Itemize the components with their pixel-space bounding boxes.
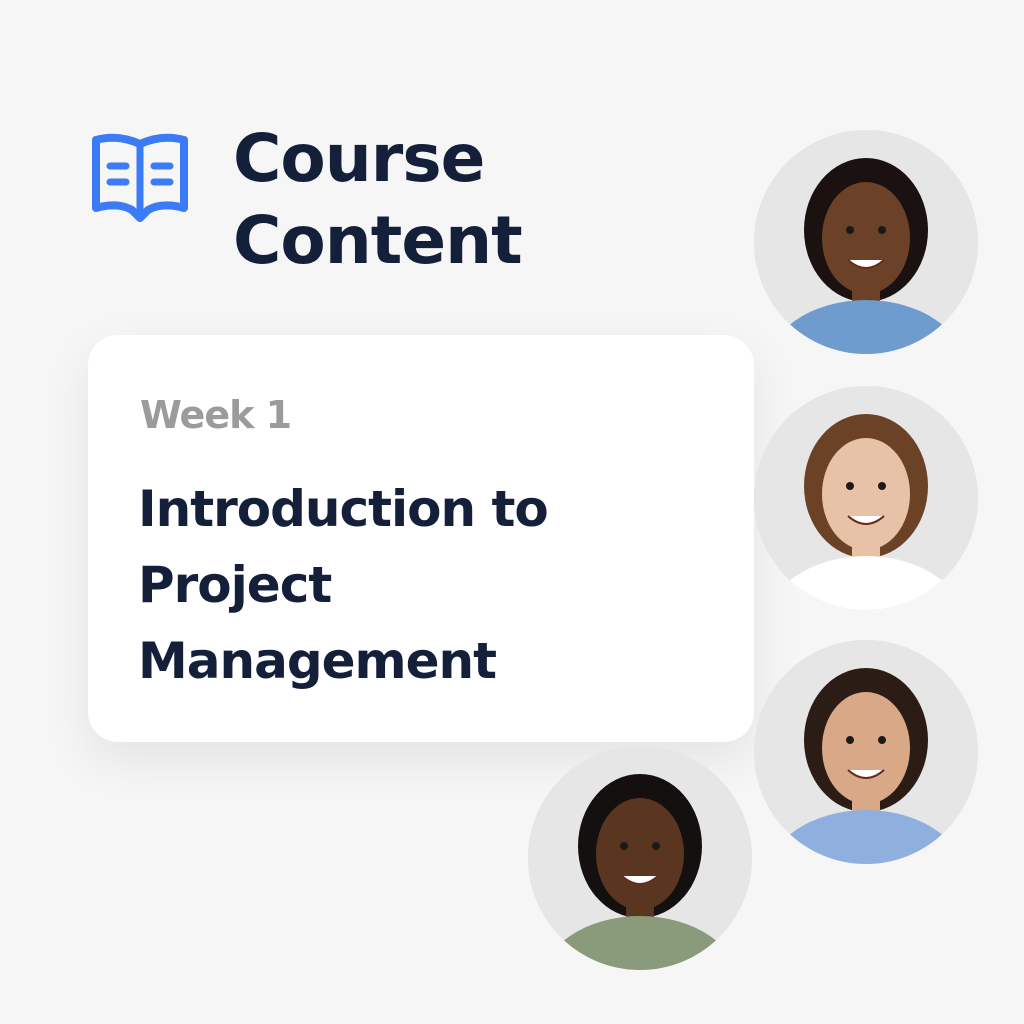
- open-book-icon: [92, 133, 188, 222]
- avatar: [754, 640, 978, 864]
- person-photo: [754, 640, 978, 864]
- lesson-card[interactable]: Week 1 Introduction to Project Managemen…: [88, 335, 754, 742]
- title-line-1: Course: [233, 120, 485, 197]
- page-title: Course Content: [233, 118, 523, 282]
- lesson-title: Introduction to Project Management: [138, 480, 549, 690]
- avatar: [528, 746, 752, 970]
- title-line-2: Content: [233, 202, 523, 279]
- avatar: [754, 386, 978, 610]
- avatar: [754, 130, 978, 354]
- person-photo: [754, 386, 978, 610]
- person-photo: [754, 130, 978, 354]
- week-label: Week 1: [140, 393, 292, 437]
- person-photo: [528, 746, 752, 970]
